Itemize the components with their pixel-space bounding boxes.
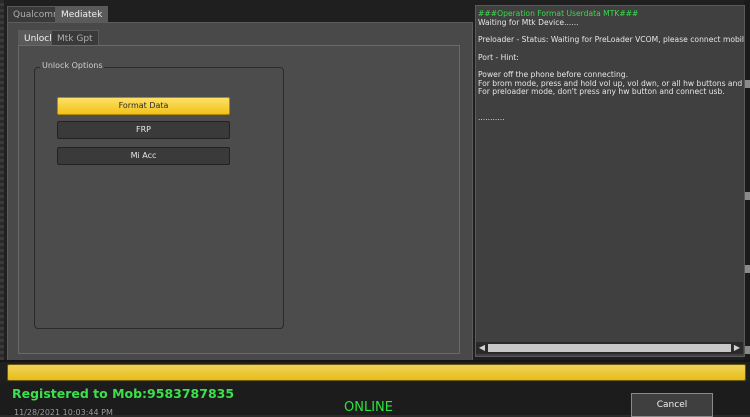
log-horizontal-scrollbar[interactable]: ◀ ▶	[476, 342, 743, 354]
log-line: Waiting for Mtk Device......	[478, 17, 579, 27]
progress-bar	[7, 364, 746, 381]
frp-button[interactable]: FRP	[57, 121, 230, 139]
log-line: Preloader - Status: Waiting for PreLoade…	[478, 35, 745, 45]
log-line: Port - Hint:	[478, 52, 519, 62]
log-line: Power off the phone before connecting.	[478, 69, 628, 79]
tab-mediatek[interactable]: Mediatek	[55, 6, 109, 23]
unlock-options-title: Unlock Options	[40, 61, 105, 70]
online-status: ONLINE	[344, 400, 393, 415]
scroll-right-icon[interactable]: ▶	[731, 342, 743, 354]
format-data-button[interactable]: Format Data	[57, 97, 230, 115]
divider	[0, 360, 750, 362]
scrollbar-track[interactable]	[488, 344, 731, 352]
log-line: ###Operation Format Userdata MTK###	[478, 9, 639, 18]
log-line: For preloader mode, don't press any hw b…	[478, 87, 725, 97]
log-output[interactable]: ###Operation Format Userdata MTK### Waiti…	[475, 5, 745, 357]
scroll-left-icon[interactable]: ◀	[476, 342, 488, 354]
mi-acc-button[interactable]: Mi Acc	[57, 147, 230, 165]
cancel-button[interactable]: Cancel	[631, 393, 713, 417]
date-time: 11/28/2021 10:03:44 PM	[14, 408, 113, 417]
log-line: For brom mode, press and hold vol up, vo…	[478, 78, 745, 88]
left-edge-grip	[0, 0, 4, 360]
registration-status: Registered to Mob:9583787835	[12, 386, 235, 401]
log-line: ...........	[478, 113, 505, 123]
